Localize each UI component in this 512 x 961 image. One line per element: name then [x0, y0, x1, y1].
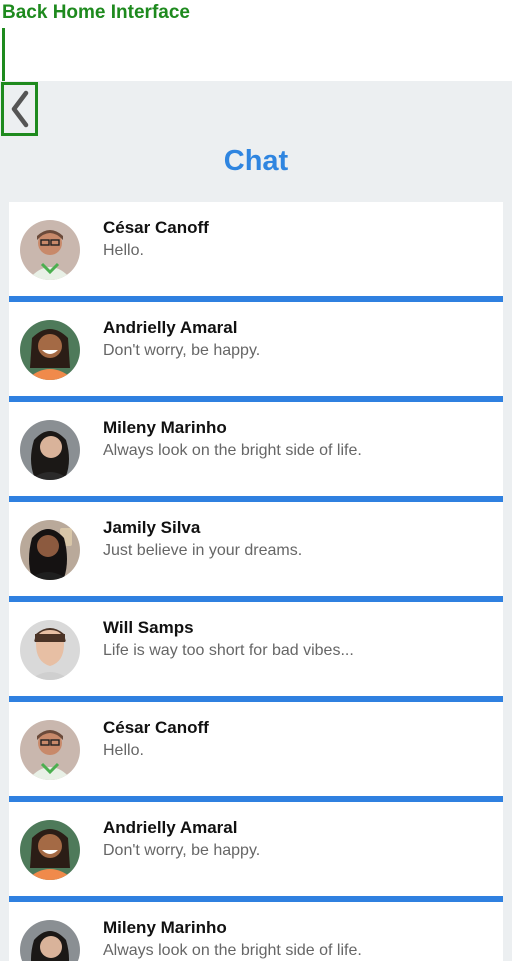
contact-name: Andrielly Amaral [103, 318, 238, 337]
contact-name: César Canoff [103, 718, 209, 737]
annotation-label: Back Home Interface [2, 2, 190, 23]
last-message: Just believe in your dreams. [103, 542, 303, 559]
chat-list-item[interactable]: Andrielly Amaral Don't worry, be happy. [9, 802, 503, 896]
chat-list-item[interactable]: Andrielly Amaral Don't worry, be happy. [9, 302, 503, 396]
chevron-left-icon [11, 90, 28, 128]
last-message: Life is way too short for bad vibes... [103, 642, 354, 659]
last-message: Hello. [103, 742, 144, 759]
chat-list-item[interactable]: César Canoff Hello. [9, 202, 503, 296]
contact-name: Jamily Silva [103, 518, 201, 537]
page-title: Chat [223, 145, 289, 177]
chat-list-item[interactable]: Mileny Marinho Always look on the bright… [9, 902, 503, 961]
back-button[interactable] [1, 82, 38, 136]
avatar [20, 620, 80, 680]
avatar [20, 520, 80, 580]
contact-name: Mileny Marinho [103, 918, 227, 937]
chat-list: César Canoff Hello. Andrielly Amaral Don… [9, 202, 503, 961]
chat-list-item[interactable]: César Canoff Hello. [9, 702, 503, 796]
contact-name: Mileny Marinho [103, 418, 227, 437]
annotation-pointer-line [2, 28, 5, 82]
avatar [20, 320, 80, 380]
chat-screen: Chat César Canoff Hello. Andrielly Amara… [0, 81, 512, 961]
avatar [20, 820, 80, 880]
contact-name: Andrielly Amaral [103, 818, 238, 837]
avatar [20, 720, 80, 780]
chat-list-item[interactable]: Jamily Silva Just believe in your dreams… [9, 502, 503, 596]
avatar [20, 420, 80, 480]
contact-name: César Canoff [103, 218, 209, 237]
last-message: Don't worry, be happy. [103, 342, 261, 359]
last-message: Always look on the bright side of life. [103, 442, 362, 459]
avatar [20, 920, 80, 961]
last-message: Don't worry, be happy. [103, 842, 261, 859]
avatar [20, 220, 80, 280]
chat-list-item[interactable]: Mileny Marinho Always look on the bright… [9, 402, 503, 496]
contact-name: Will Samps [103, 618, 194, 637]
chat-list-item[interactable]: Will Samps Life is way too short for bad… [9, 602, 503, 696]
last-message: Always look on the bright side of life. [103, 942, 362, 959]
last-message: Hello. [103, 242, 144, 259]
